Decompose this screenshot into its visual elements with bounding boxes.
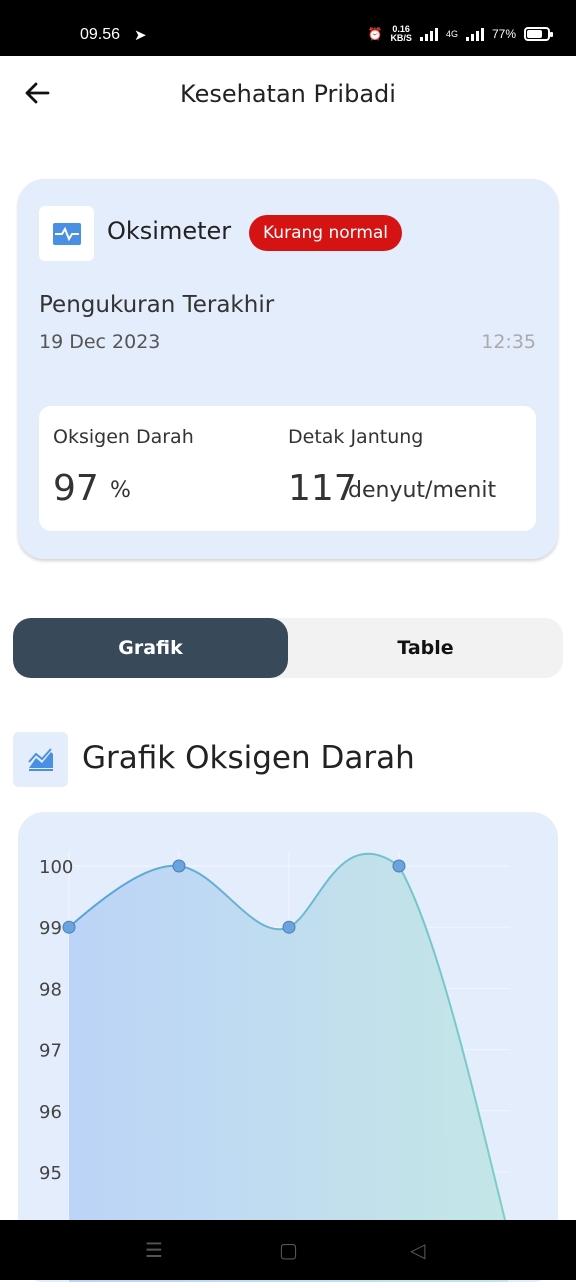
page-title: Kesehatan Pribadi <box>180 80 396 108</box>
signal-icon-2 <box>465 27 484 41</box>
status-badge: Kurang normal <box>249 215 403 251</box>
last-measurement-label: Pengukuran Terakhir <box>39 292 275 318</box>
telegram-icon: ➤ <box>134 26 147 44</box>
status-bar: 09.56 ➤ ⏰ 0.16 KB/S 4G 77% <box>0 0 576 56</box>
view-toggle: Grafik Table <box>13 618 563 678</box>
y-tick-label: 95 <box>39 1163 62 1184</box>
heart-rate-unit: denyut/menit <box>348 478 497 503</box>
tab-grafik[interactable]: Grafik <box>13 618 288 678</box>
home-icon[interactable]: ▢ <box>279 1238 298 1262</box>
section-title: Grafik Oksigen Darah <box>82 740 415 776</box>
y-tick-label: 100 <box>39 857 73 878</box>
data-point[interactable] <box>172 859 186 873</box>
oxygen-label: Oksigen Darah <box>53 426 194 448</box>
chart-area-icon <box>13 732 68 787</box>
heart-rate-value: 117 <box>288 468 357 509</box>
net-speed: 0.16 KB/S <box>390 25 412 43</box>
battery-icon <box>524 27 553 41</box>
oximeter-card[interactable]: Oksimeter Kurang normal Pengukuran Terak… <box>18 179 558 559</box>
battery-fill <box>527 30 543 38</box>
measurement-time: 12:35 <box>481 331 536 353</box>
back-icon[interactable]: ◁ <box>410 1238 425 1262</box>
y-tick-label: 97 <box>39 1041 62 1062</box>
tab-table[interactable]: Table <box>288 618 563 678</box>
pulse-icon <box>39 206 94 261</box>
battery-percent: 77% <box>491 27 516 41</box>
status-icons: ⏰ 0.16 KB/S 4G 77% <box>367 25 553 43</box>
data-point[interactable] <box>282 920 296 934</box>
card-title: Oksimeter <box>107 217 232 245</box>
status-time: 09.56 <box>80 26 121 43</box>
net-speed-unit: KB/S <box>390 33 412 43</box>
signal-icon <box>419 27 438 41</box>
y-tick-label: 98 <box>39 979 62 1000</box>
oxygen-chart: 100 99 98 97 96 95 <box>18 812 558 1282</box>
heart-rate-label: Detak Jantung <box>288 426 424 448</box>
y-axis-ticks: 100 99 98 97 96 95 <box>39 857 73 1184</box>
app-header: Kesehatan Pribadi <box>0 56 576 136</box>
stats-box: Oksigen Darah 97 % Detak Jantung 117 den… <box>39 406 536 531</box>
alarm-icon: ⏰ <box>367 27 383 41</box>
oxygen-unit: % <box>110 478 131 503</box>
data-point[interactable] <box>62 920 76 934</box>
chart-svg: 100 99 98 97 96 95 <box>39 852 510 1282</box>
data-point[interactable] <box>392 859 406 873</box>
measurement-date: 19 Dec 2023 <box>39 331 161 353</box>
system-nav-bar: ☰ ▢ ◁ <box>0 1220 576 1280</box>
oxygen-value: 97 <box>53 468 99 509</box>
network-type: 4G <box>445 29 458 39</box>
y-tick-label: 99 <box>39 918 62 939</box>
y-tick-label: 96 <box>39 1102 62 1123</box>
menu-icon[interactable]: ☰ <box>145 1238 163 1262</box>
